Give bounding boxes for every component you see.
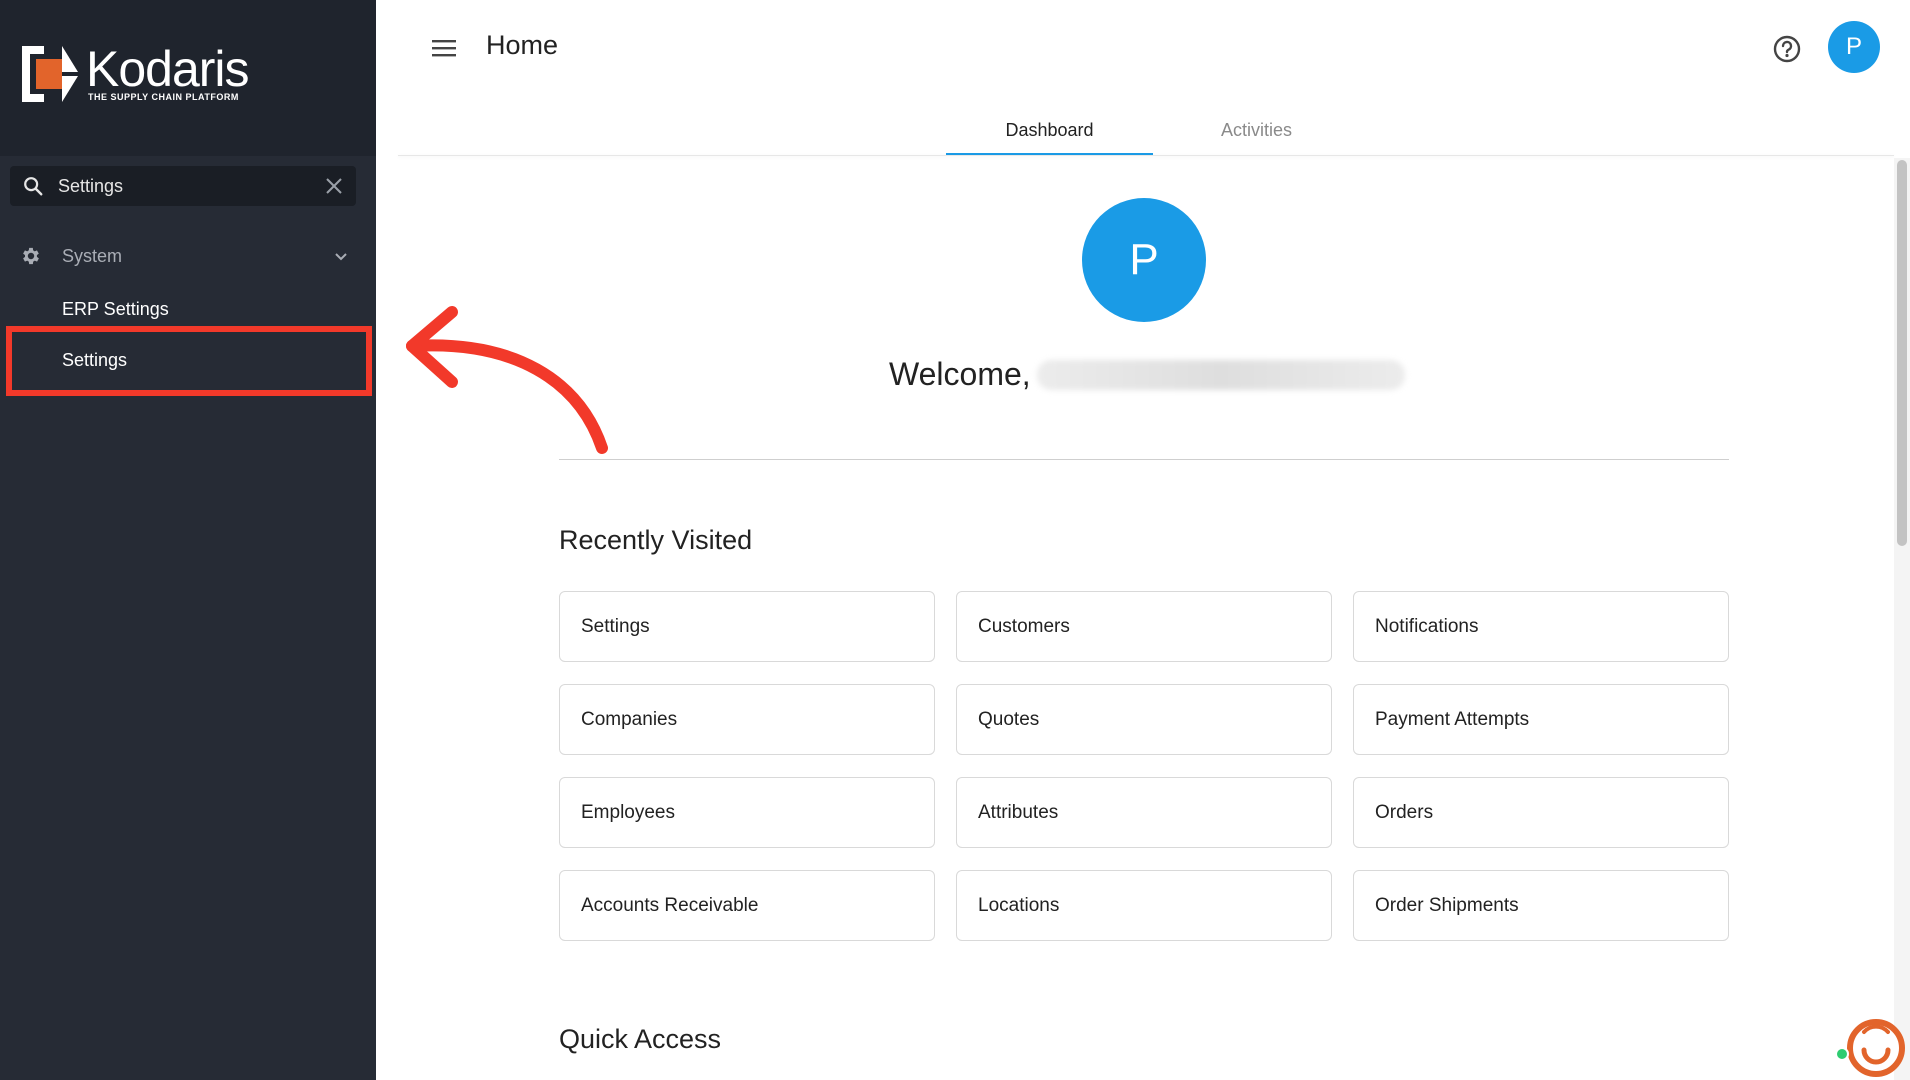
sidebar-group-label: System [62,245,123,266]
recently-visited-title: Recently Visited [559,525,753,555]
recent-card-attributes[interactable]: Attributes [956,777,1332,848]
hamburger-menu-icon[interactable] [430,36,458,60]
recent-card-orders[interactable]: Orders [1353,777,1729,848]
scrollbar-thumb[interactable] [1897,160,1907,546]
sidebar: Kodaris THE SUPPLY CHAIN PLATFORM System… [0,0,376,1080]
recent-card-employees[interactable]: Employees [559,777,935,848]
recent-card-customers[interactable]: Customers [956,591,1332,662]
user-avatar[interactable]: P [1828,21,1880,73]
quick-access-title: Quick Access [559,1024,722,1054]
sidebar-search[interactable] [10,166,356,206]
clear-search-icon[interactable] [324,176,344,196]
recent-card-companies[interactable]: Companies [559,684,935,755]
brand-name: Kodaris [86,41,250,97]
tab-activities[interactable]: Activities [1153,104,1360,156]
profile-avatar: P [1082,198,1206,322]
highlight-annotation-box [6,326,372,396]
annotation-arrow [406,306,608,454]
recent-card-quotes[interactable]: Quotes [956,684,1332,755]
recently-visited-grid: Settings Customers Notifications Compani… [559,591,1729,941]
redacted-email [1036,359,1405,390]
recent-card-payment-attempts[interactable]: Payment Attempts [1353,684,1729,755]
tab-bar: Dashboard Activities [946,104,1360,156]
sidebar-search-input[interactable] [58,175,324,197]
kodaris-logo-mark [22,46,78,102]
welcome-message: Welcome, [889,356,1405,393]
welcome-prefix: Welcome, [889,356,1031,392]
chevron-down-icon [335,253,347,261]
page-title: Home [486,30,559,60]
kodaris-logo[interactable]: Kodaris THE SUPPLY CHAIN PLATFORM [22,41,250,102]
help-icon[interactable] [1772,34,1802,64]
gear-icon [23,247,39,265]
recent-card-order-shipments[interactable]: Order Shipments [1353,870,1729,941]
brand-tagline: THE SUPPLY CHAIN PLATFORM [88,92,239,102]
recent-card-notifications[interactable]: Notifications [1353,591,1729,662]
tab-dashboard[interactable]: Dashboard [946,104,1153,156]
sidebar-item-label: ERP Settings [62,298,169,319]
sidebar-header: Kodaris THE SUPPLY CHAIN PLATFORM [0,0,376,156]
recent-card-accounts-receivable[interactable]: Accounts Receivable [559,870,935,941]
main-scrollbar[interactable] [1894,158,1910,1080]
welcome-divider [559,459,1729,460]
sidebar-group-system[interactable]: System [0,236,376,276]
sidebar-item-erp-settings[interactable]: ERP Settings [0,287,376,331]
recent-card-locations[interactable]: Locations [956,870,1332,941]
search-icon [24,177,43,196]
tab-divider [398,155,1894,156]
top-header: Home P [376,0,1910,100]
chat-support-icon[interactable] [1834,1010,1906,1080]
recent-card-settings[interactable]: Settings [559,591,935,662]
